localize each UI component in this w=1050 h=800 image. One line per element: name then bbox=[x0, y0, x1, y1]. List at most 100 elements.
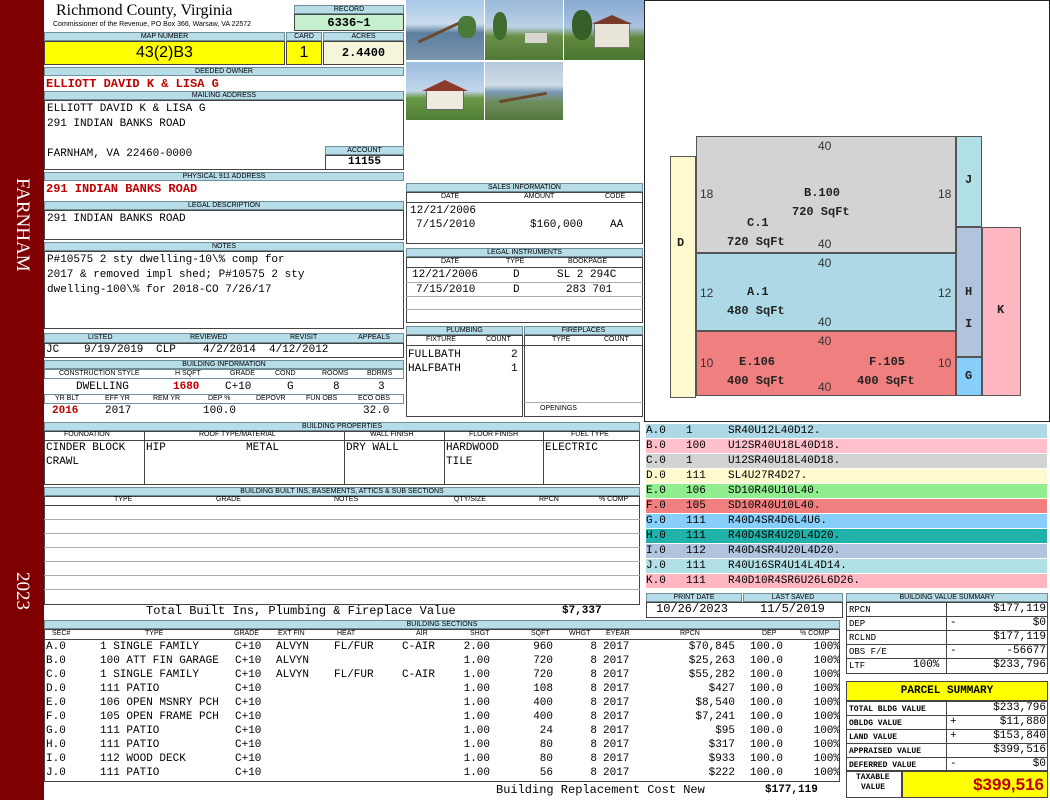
dim-label: 18 bbox=[700, 187, 714, 201]
taxable-label: VALUE bbox=[861, 783, 886, 792]
legend-path: R40D4SR4D6L4U6. bbox=[728, 515, 828, 527]
sections-col-header: SQFT bbox=[531, 630, 550, 637]
legend-row: F.0 105 SD10R40U10L40. bbox=[646, 499, 1047, 513]
section-cell: 100% bbox=[813, 767, 840, 779]
card-label: CARD bbox=[286, 32, 322, 41]
section-cell: 8 bbox=[590, 725, 597, 737]
sketch-label-k: K bbox=[997, 303, 1005, 317]
deeded-owner-label: DEEDED OWNER bbox=[44, 67, 404, 76]
legend-code: 111 bbox=[686, 575, 706, 587]
section-cell: 100% bbox=[813, 669, 840, 681]
legend-row: A.0 1 SR40U12L40D12. bbox=[646, 424, 1047, 438]
col-cond: COND bbox=[275, 370, 296, 377]
reviewed-by: CLP bbox=[156, 344, 176, 356]
section-cell: ALVYN bbox=[276, 669, 310, 681]
acres-value: 2.4400 bbox=[323, 41, 404, 65]
divider bbox=[406, 282, 643, 283]
bvs-ltf-label: LTF bbox=[849, 661, 866, 671]
legend-sec: A.0 bbox=[646, 425, 666, 437]
instr-book: 283 701 bbox=[566, 284, 613, 296]
yr-blt-value: 2016 bbox=[52, 405, 79, 417]
col-rpcn: RPCN bbox=[539, 496, 559, 503]
dim-label: 40 bbox=[818, 139, 832, 153]
col-notes: NOTES bbox=[334, 496, 359, 503]
section-cell: 100% bbox=[813, 753, 840, 765]
section-d-shape bbox=[670, 156, 696, 398]
legal-description-label: LEGAL DESCRIPTION bbox=[44, 201, 404, 210]
acres-label: ACRES bbox=[323, 32, 404, 41]
section-cell: E.0 bbox=[46, 697, 66, 709]
sales-col-amount: AMOUNT bbox=[524, 193, 555, 200]
plumb-count: 1 bbox=[511, 363, 518, 375]
section-cell: 2017 bbox=[603, 697, 630, 709]
sketch-label-g: G bbox=[965, 369, 973, 383]
map-number-value: 43(2)B3 bbox=[44, 41, 285, 65]
section-cell: C+10 bbox=[235, 711, 262, 723]
col-grade: GRADE bbox=[216, 496, 241, 503]
bvs-obs-value: -56677 bbox=[1006, 645, 1046, 657]
legend-path: R40U16SR4U14L4D14. bbox=[728, 560, 847, 572]
section-cell: $933 bbox=[708, 753, 735, 765]
legend-row: K.0 111 R40D10R4SR6U26L6D26. bbox=[646, 574, 1047, 588]
legend-code: 111 bbox=[686, 560, 706, 572]
section-cell: C+10 bbox=[235, 697, 262, 709]
sidebar-band: FARNHAM 2023 bbox=[0, 0, 44, 800]
sections-col-header: HEAT bbox=[337, 630, 356, 637]
sketch-label-i: I bbox=[965, 317, 973, 331]
deferred-sign: - bbox=[950, 758, 957, 770]
legend-code: 111 bbox=[686, 530, 706, 542]
legend-sec: C.0 bbox=[646, 455, 666, 467]
land-value: $153,840 bbox=[993, 730, 1046, 742]
dim-label: 40 bbox=[818, 380, 832, 394]
section-cell: 100.0 bbox=[749, 725, 783, 737]
deferred-value: $0 bbox=[1032, 758, 1046, 770]
section-cell: I.0 bbox=[46, 753, 66, 765]
section-cell: C+10 bbox=[235, 669, 262, 681]
col-pct-comp: % COMP bbox=[599, 496, 629, 503]
taxable-label: TAXABLE bbox=[856, 773, 890, 782]
plumbing-box bbox=[406, 335, 523, 417]
legend-row: C.0 1 U12SR40U18L40D18. bbox=[646, 454, 1047, 468]
section-cell: 1.00 bbox=[463, 725, 490, 737]
section-cell: F.0 bbox=[46, 711, 66, 723]
col-eco-obs: ECO OBS bbox=[358, 395, 390, 402]
sketch-sqft-b: 720 SqFt bbox=[792, 205, 850, 219]
legend-path: R40D4SR4U20L4D20. bbox=[728, 545, 841, 557]
listed-label: LISTED bbox=[88, 334, 113, 341]
section-cell: C+10 bbox=[235, 655, 262, 667]
legend-path: U12SR40U18L40D18. bbox=[728, 440, 841, 452]
section-cell: 1.00 bbox=[463, 655, 490, 667]
section-cell: C.0 bbox=[46, 669, 66, 681]
legend-code: 100 bbox=[686, 440, 706, 452]
section-cell: $317 bbox=[708, 739, 735, 751]
legend-sec: J.0 bbox=[646, 560, 666, 572]
col-wall: WALL FINISH bbox=[370, 431, 414, 438]
section-cell: 108 bbox=[533, 683, 553, 695]
property-photo-5 bbox=[485, 62, 563, 120]
account-label: ACCOUNT bbox=[325, 146, 404, 155]
print-date-label: PRINT DATE bbox=[646, 593, 742, 602]
section-cell: 8 bbox=[590, 697, 597, 709]
fire-col-count: COUNT bbox=[604, 336, 629, 343]
legend-code: 1 bbox=[686, 455, 693, 467]
col-floor: FLOOR FINISH bbox=[469, 431, 519, 438]
legend-sec: F.0 bbox=[646, 500, 666, 512]
foundation-value: CINDER BLOCK bbox=[46, 442, 126, 454]
mailing-line-2: 291 INDIAN BANKS ROAD bbox=[47, 118, 186, 130]
obldg-label: OBLDG VALUE bbox=[849, 719, 902, 728]
openings-label: OPENINGS bbox=[540, 405, 577, 412]
legend-sec: B.0 bbox=[646, 440, 666, 452]
col-rem-yr: REM YR bbox=[153, 395, 181, 402]
sections-col-header: TYPE bbox=[145, 630, 164, 637]
sections-col-header: AIR bbox=[416, 630, 428, 637]
section-cell: C+10 bbox=[235, 641, 262, 653]
dim-label: 10 bbox=[700, 356, 714, 370]
legend-path: SL4U27R4D27. bbox=[728, 470, 808, 482]
section-cell: 100.0 bbox=[749, 669, 783, 681]
col-rooms: ROOMS bbox=[322, 370, 349, 377]
section-cell: C+10 bbox=[235, 753, 262, 765]
cond-value: G bbox=[287, 381, 294, 393]
section-cell: 720 bbox=[533, 655, 553, 667]
legend-code: 111 bbox=[686, 515, 706, 527]
section-cell: 8 bbox=[590, 767, 597, 779]
